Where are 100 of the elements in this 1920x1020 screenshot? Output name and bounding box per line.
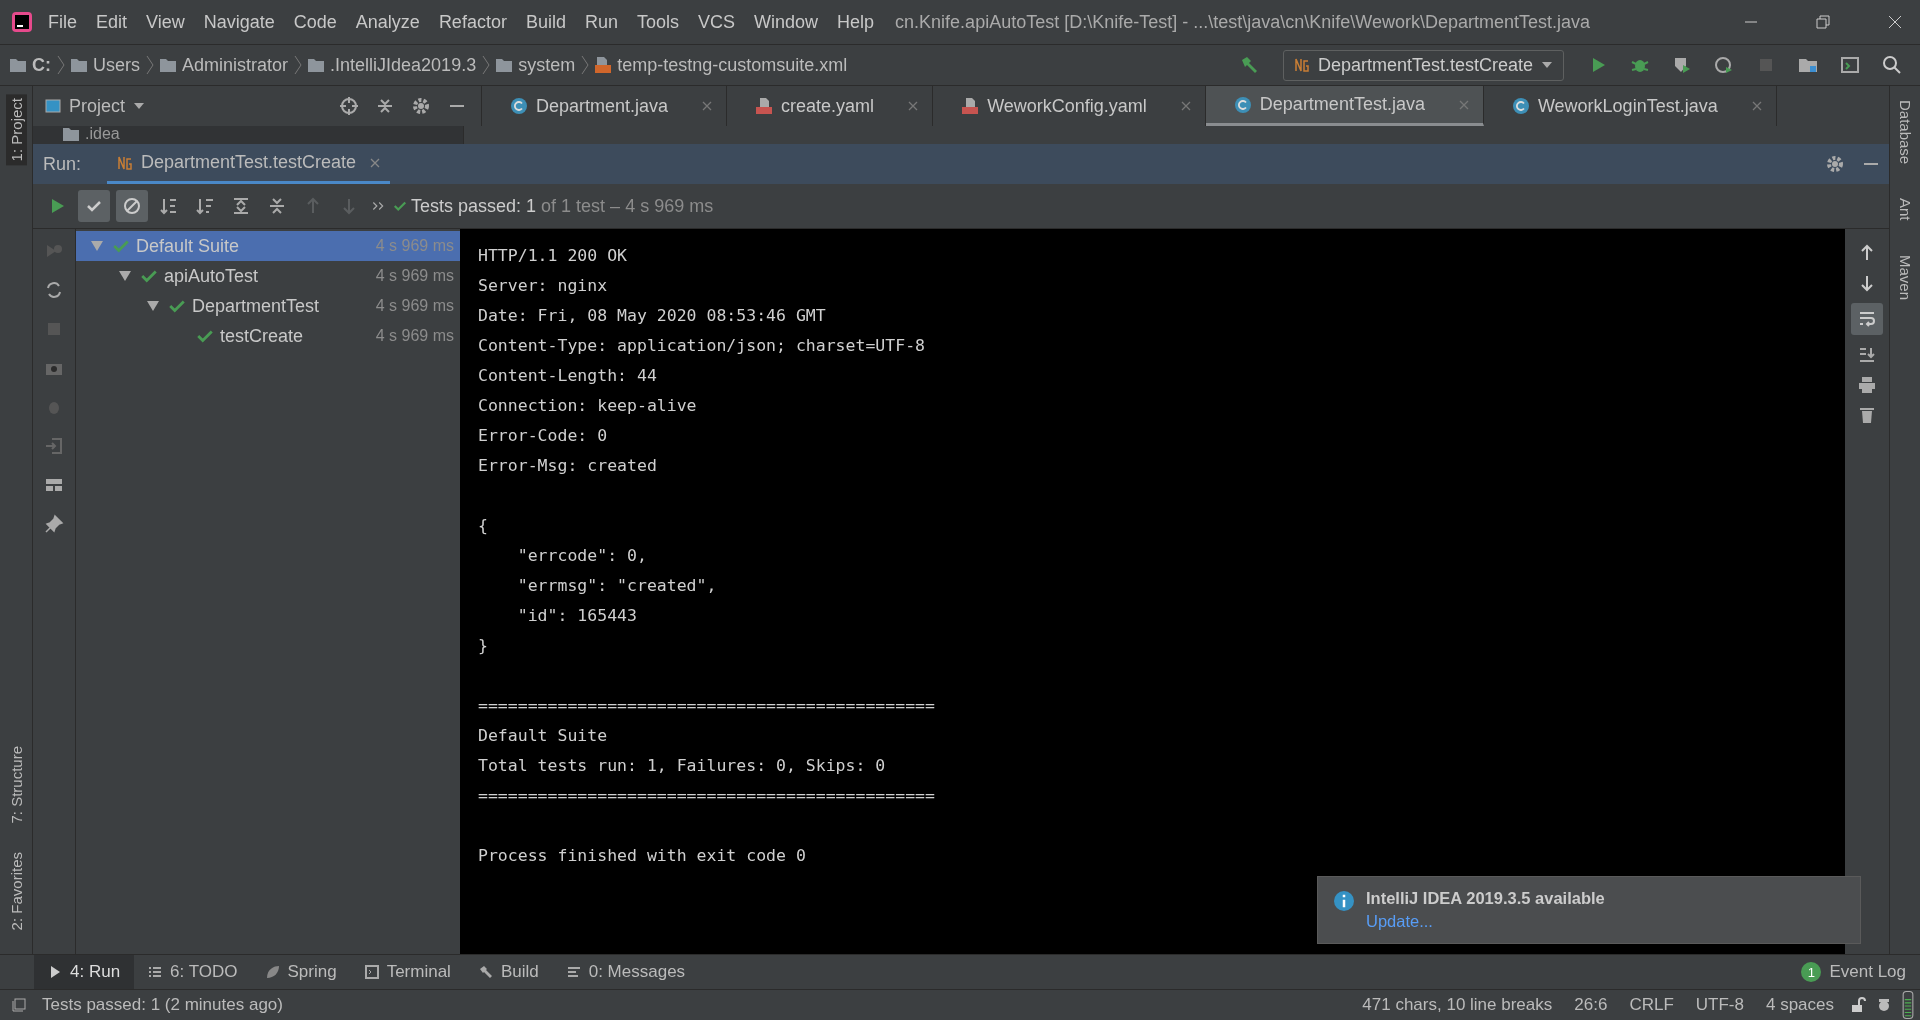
menu-item[interactable]: VCS [698,11,735,33]
expand-arrow-icon[interactable] [116,269,134,283]
terminal-window-icon[interactable] [1840,55,1860,75]
refresh-icon[interactable] [44,280,64,300]
restore-icon[interactable] [1816,15,1830,29]
list-icon [148,965,163,979]
soft-wrap-toggle[interactable] [1851,303,1883,335]
console-line: Content-Type: application/json; charset=UTF-8 [478,335,927,357]
tool-window-tab[interactable]: Ant [1894,194,1916,225]
menu-item[interactable]: Build [525,11,566,33]
console-line: { [478,515,489,537]
tool-window-tab[interactable]: Maven [1894,250,1916,304]
menu-item[interactable]: Run [584,11,618,33]
tool-window-tab[interactable]: Build [464,955,553,989]
editor-tab[interactable]: Department.java [482,86,728,126]
expand-all-icon[interactable] [231,196,251,216]
test-duration: 4 s 969 ms [375,327,454,345]
tool-window-tab[interactable]: Spring [251,955,351,989]
chevron-icon [146,55,154,75]
sort-alphabetical-icon[interactable] [159,196,179,216]
run-tab[interactable]: DepartmentTest.testCreate [107,144,391,184]
search-icon[interactable] [1882,55,1902,75]
sort-duration-icon[interactable] [195,196,215,216]
lock-icon[interactable] [1850,997,1866,1013]
scroll-to-end-icon[interactable] [1857,345,1877,365]
update-link[interactable]: Update... [1366,912,1433,931]
editor-tab[interactable]: DepartmentTest.java [1205,86,1484,126]
menu-item[interactable]: Window [754,11,819,33]
project-view-dropdown[interactable]: Project [45,95,146,117]
settings-icon[interactable] [411,96,431,116]
test-tree-row[interactable]: Default Suite 4 s 969 ms [76,231,460,261]
stopwatch-icon[interactable] [1714,55,1734,75]
breadcrumb[interactable]: temp-testng-customsuite.xml [595,54,848,76]
breadcrumb[interactable]: system [496,54,576,76]
trash-icon[interactable] [1857,405,1877,425]
menu-item[interactable]: File [48,11,77,33]
settings-icon[interactable] [1825,154,1845,174]
pin-icon[interactable] [44,514,64,534]
menu-item[interactable]: Edit [96,11,128,33]
tree-item[interactable]: .idea [33,126,463,142]
menu-item[interactable]: View [146,11,185,33]
console-line: Server: nginx [478,275,609,297]
editor-tab[interactable]: WeworkLoginTest.java [1483,86,1777,126]
hammer-icon [478,965,493,979]
console-line: Error-Msg: created [478,455,658,477]
run-configuration-dropdown[interactable]: DepartmentTest.testCreate [1282,49,1564,81]
menu-item[interactable]: Analyze [355,11,420,33]
close-icon[interactable] [1888,15,1902,29]
testng-icon [117,154,134,171]
tool-window-tab[interactable]: 0: Messages [552,955,700,989]
folder-icon [71,57,87,73]
status-item[interactable]: 26:6 [1568,995,1614,1015]
tool-window-tab[interactable]: 6: TODO [134,955,252,989]
breadcrumb[interactable]: Administrator [160,54,289,76]
tool-window-tab[interactable]: Database [1894,96,1916,169]
test-name: Default Suite [136,235,240,257]
locate-icon[interactable] [339,96,359,116]
editor-tab[interactable]: create.yaml [727,86,934,126]
tool-window-tab[interactable]: 1: Project [5,94,27,166]
printer-icon[interactable] [1857,375,1877,395]
folder-icon [496,57,513,73]
more-icon[interactable] [371,199,385,213]
menu-item[interactable]: Help [837,11,875,33]
expand-arrow-icon[interactable] [144,299,162,313]
show-ignored-toggle[interactable] [116,190,148,222]
collapse-all-icon[interactable] [267,196,287,216]
soft-wrap-icon [1857,309,1877,329]
editor-tab[interactable]: WeworkConfig.yaml [933,86,1206,126]
menu-item[interactable]: Tools [636,11,679,33]
status-item[interactable]: 4 spaces [1759,995,1840,1015]
test-duration: 4 s 969 ms [375,237,454,255]
test-tree-row[interactable]: apiAutoTest 4 s 969 ms [76,261,460,291]
tool-window-tab[interactable]: 4: Run [34,955,135,989]
tool-window-tab[interactable]: 2: Favorites [5,847,27,934]
console-line: Error-Code: 0 [478,425,609,447]
status-item[interactable]: CRLF [1623,995,1680,1015]
chevron-icon [482,55,491,75]
test-tree-row[interactable]: DepartmentTest 4 s 969 ms [76,291,460,321]
tool-window-tab[interactable]: Terminal [350,955,465,989]
breadcrumb[interactable]: C: [10,54,51,76]
tool-window-tab[interactable]: 7: Structure [5,742,27,828]
status-item[interactable]: UTF-8 [1689,995,1750,1015]
console-line: ============================================== [478,785,936,807]
breadcrumb[interactable]: .IntelliJIdea2019.3 [308,54,477,76]
folder-icon [63,126,79,142]
shield-icon[interactable] [1672,55,1692,75]
test-tree-row[interactable]: testCreate 4 s 969 ms [76,321,460,351]
test-duration: 4 s 969 ms [375,297,454,315]
menu-item[interactable]: Code [293,11,337,33]
panel-toggle-icon[interactable] [12,998,26,1012]
console-line: Connection: keep-alive [478,395,698,417]
status-item[interactable]: 471 chars, 10 line breaks [1356,995,1559,1015]
show-passed-toggle[interactable] [78,190,110,222]
menu-item[interactable]: Refactor [438,11,507,33]
play-icon [48,965,62,979]
test-name: apiAutoTest [164,265,259,287]
event-log-tab[interactable]: 1 Event Log [1787,955,1920,989]
breadcrumb[interactable]: Users [71,54,140,76]
menu-item[interactable]: Navigate [203,11,275,33]
yaml-file-icon [961,97,980,115]
